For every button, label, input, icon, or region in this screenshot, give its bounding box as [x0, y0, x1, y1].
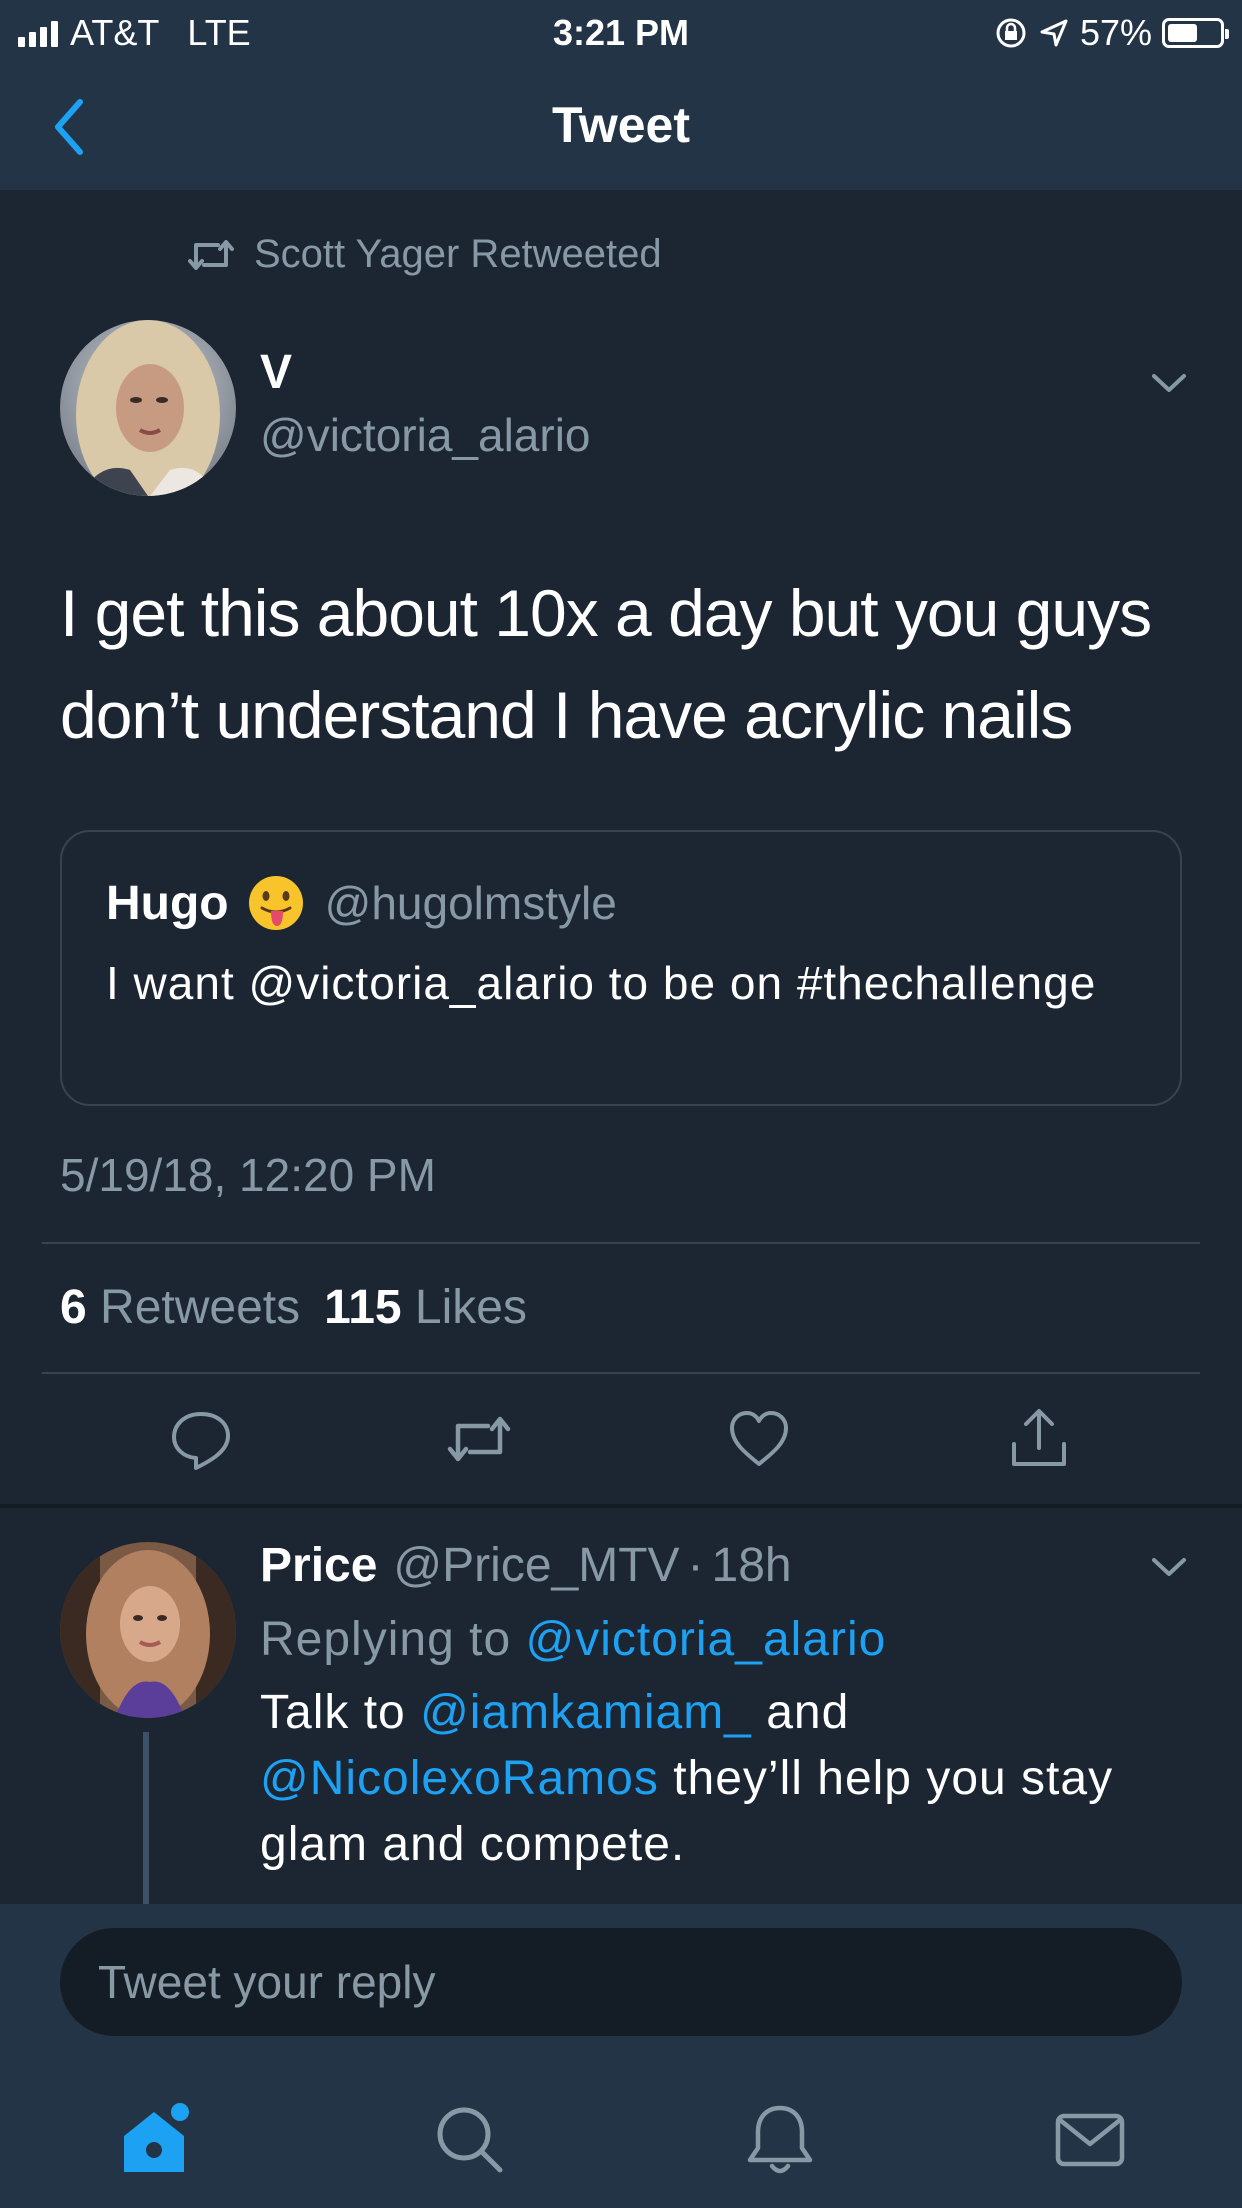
- retweet-count: 6: [60, 1281, 87, 1334]
- retweet-context[interactable]: Scott Yager Retweeted: [188, 232, 662, 277]
- battery-percent: 57%: [1079, 12, 1152, 53]
- like-label: Likes: [414, 1281, 527, 1334]
- mention-link[interactable]: @NicolexoRamos: [260, 1752, 659, 1805]
- divider: [42, 1242, 1200, 1244]
- tongue-out-face-emoji: [248, 876, 303, 930]
- battery-level: [1168, 24, 1197, 42]
- chevron-down-icon: [1152, 1558, 1186, 1576]
- reply-author-name: Price: [260, 1539, 378, 1592]
- retweeted-by-label: Scott Yager Retweeted: [254, 232, 662, 276]
- author-name[interactable]: V: [260, 345, 292, 400]
- search-icon: [437, 2107, 503, 2173]
- tweet-text: I get this about 10x a day but you guys …: [60, 576, 1152, 752]
- retweet-icon: [447, 1416, 511, 1462]
- quoted-tweet-text: I want @victoria_alario to be on #thecha…: [106, 957, 1097, 1009]
- reply-text-part: Talk to: [260, 1686, 406, 1739]
- reply-avatar[interactable]: [60, 1542, 236, 1718]
- rotation-lock-icon: [996, 18, 1026, 48]
- messages-icon: [1055, 2113, 1125, 2167]
- mention-link[interactable]: @iamkamiam_: [420, 1686, 752, 1739]
- bottom-bar: Tweet your reply: [0, 1904, 1242, 2208]
- tab-home[interactable]: [116, 2100, 196, 2180]
- retweet-small-icon: [188, 239, 234, 270]
- like-icon: [730, 1411, 788, 1466]
- likes-stat[interactable]: 115 Likes: [324, 1280, 527, 1335]
- reply-text: Talk to @iamkamiam_ and @NicolexoRamos t…: [260, 1680, 1200, 1878]
- chevron-down-icon: [1152, 374, 1186, 392]
- share-button[interactable]: [1004, 1404, 1074, 1474]
- tweet-stats: 6 Retweets 115 Likes: [60, 1280, 527, 1335]
- reply-input[interactable]: Tweet your reply: [60, 1928, 1182, 2036]
- notifications-icon: [747, 2105, 813, 2174]
- thread-connector: [143, 1732, 149, 1904]
- reply-separator: ·: [687, 1539, 704, 1592]
- retweets-stat[interactable]: 6 Retweets: [60, 1280, 300, 1335]
- divider: [42, 1372, 1200, 1374]
- reply-text-part: and: [766, 1686, 850, 1739]
- quoted-author-name: Hugo: [106, 876, 229, 930]
- replying-to-prefix: Replying to: [260, 1613, 512, 1666]
- page-title: Tweet: [552, 97, 690, 153]
- replying-to-link[interactable]: @victoria_alario: [525, 1613, 886, 1666]
- tab-messages[interactable]: [1050, 2100, 1130, 2180]
- battery-icon: [1162, 18, 1229, 48]
- status-bar: AT&T LTE 3:21 PM 57%: [0, 0, 1242, 62]
- like-count: 115: [324, 1281, 402, 1334]
- home-icon: [124, 2103, 189, 2172]
- tweet-timestamp: 5/19/18, 12:20 PM: [60, 1149, 436, 1201]
- tweet-options-button[interactable]: [1144, 364, 1194, 404]
- retweet-label: Retweets: [100, 1281, 301, 1334]
- reply-header[interactable]: Price @Price_MTV · 18h: [260, 1538, 792, 1593]
- quoted-author-handle: @hugolmstyle: [324, 877, 617, 929]
- author-handle[interactable]: @victoria_alario: [260, 408, 591, 462]
- replying-to: Replying to @victoria_alario: [260, 1612, 886, 1667]
- reply-author-handle: @Price_MTV: [393, 1539, 680, 1592]
- nav-header: Tweet: [0, 62, 1242, 190]
- quoted-tweet[interactable]: Hugo @hugolmstyle I want @victoria_alari…: [60, 830, 1182, 1106]
- tab-search[interactable]: [430, 2100, 510, 2180]
- share-icon: [1012, 1409, 1066, 1466]
- author-avatar[interactable]: [60, 320, 236, 496]
- tab-notifications[interactable]: [740, 2100, 820, 2180]
- top-bar: AT&T LTE 3:21 PM 57% Tweet: [0, 0, 1242, 190]
- location-icon: [1040, 19, 1068, 47]
- reply-button[interactable]: [166, 1404, 236, 1474]
- retweet-button[interactable]: [444, 1404, 514, 1474]
- reply-time: 18h: [711, 1539, 792, 1592]
- like-button[interactable]: [724, 1404, 794, 1474]
- reply-options-button[interactable]: [1144, 1548, 1194, 1588]
- section-divider: [0, 1504, 1242, 1508]
- reply-icon: [172, 1412, 230, 1470]
